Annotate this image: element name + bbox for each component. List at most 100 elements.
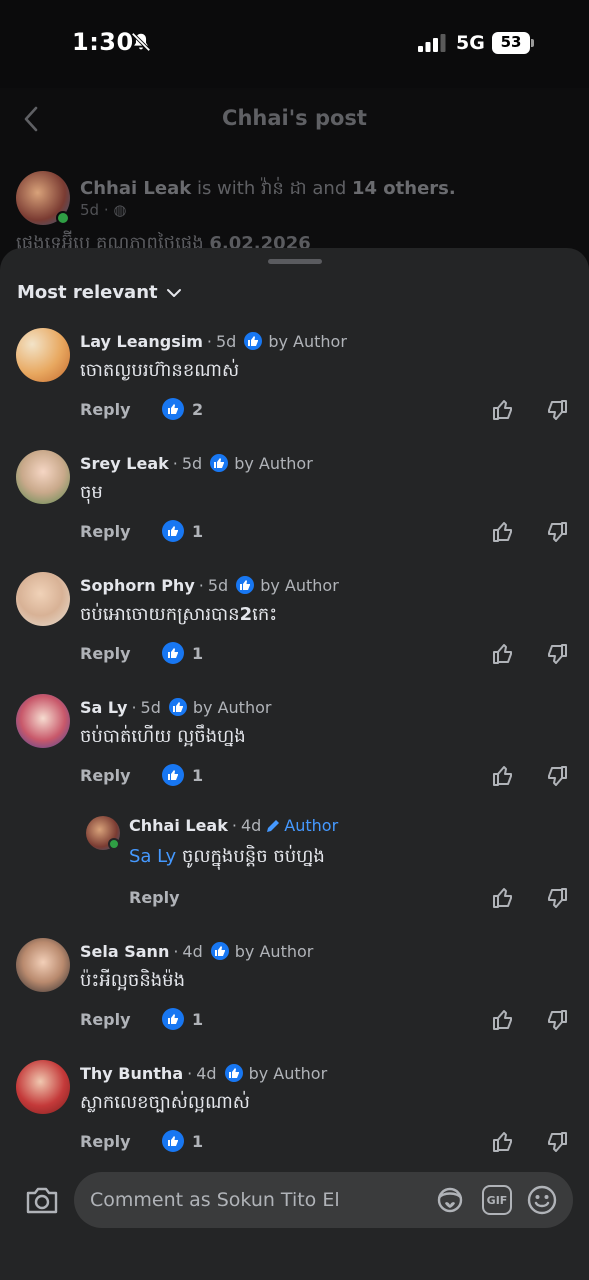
thumbs-up-icon[interactable] (491, 1008, 515, 1032)
gif-button[interactable]: GIF (482, 1185, 512, 1215)
reaction-count[interactable]: 1 (162, 764, 203, 786)
post-author-name[interactable]: Chhai Leak (80, 178, 191, 199)
reply-text: Sa Ly ចូលក្នុងបន្តិច ចប់ហ្នង (129, 844, 325, 871)
thumbs-up-icon[interactable] (491, 398, 515, 422)
page-title: Chhai's post (222, 106, 367, 130)
author-reaction-label: by Author (268, 331, 347, 351)
thumbs-up-icon[interactable] (491, 1130, 515, 1154)
post-tagged-name[interactable]: វ៉ាន់ ដា (261, 178, 307, 199)
commenter-name[interactable]: Sophorn Phy (80, 576, 195, 595)
author-reaction-label: by Author (260, 575, 339, 595)
reply-age: 4d (240, 816, 262, 835)
like-reaction-icon (162, 520, 184, 542)
like-reaction-icon (162, 398, 184, 420)
pencil-icon (267, 819, 280, 832)
comment-text: ចោតល្ងបរហ៊ានខណាស់ (80, 360, 240, 381)
post-author-line: Chhai Leak is with វ៉ាន់ ដា and 14 other… (80, 176, 456, 203)
commenter-name[interactable]: Thy Buntha (80, 1064, 183, 1083)
commenter-name[interactable]: Sela Sann (80, 942, 169, 961)
signal-icon (418, 34, 446, 52)
reaction-count[interactable]: 1 (162, 1130, 203, 1152)
thumbs-down-icon[interactable] (545, 642, 569, 666)
commenter-avatar[interactable] (16, 1060, 70, 1114)
comment-age: 5d (181, 453, 203, 473)
comment-input[interactable] (90, 1172, 430, 1228)
like-count: 1 (192, 521, 204, 541)
thumbs-up-badge-icon (242, 330, 265, 352)
like-count: 1 (192, 1131, 204, 1151)
post-author-avatar[interactable] (16, 171, 70, 225)
like-count: 1 (192, 643, 204, 663)
status-time: 1:30 (72, 28, 134, 56)
thumbs-up-icon[interactable] (491, 764, 515, 788)
comment-text: ចប់អោចោយកស្រារបាន2កេះ (80, 602, 277, 629)
like-reaction-icon (162, 642, 184, 664)
camera-icon[interactable] (24, 1184, 60, 1216)
comment-age: 4d (196, 1063, 217, 1083)
comment-text: ប៉ះអីល្អចនិងម៉ង (80, 970, 186, 991)
commenter-avatar[interactable] (16, 694, 70, 748)
thumbs-down-icon[interactable] (545, 1008, 569, 1032)
reply-button[interactable]: Reply (80, 522, 131, 541)
avatar-sticker-icon[interactable] (434, 1184, 466, 1216)
like-count: 1 (192, 765, 204, 785)
post-meta: 5d · ◍ (80, 201, 127, 219)
reply-button[interactable]: Reply (80, 1132, 131, 1151)
reply-button[interactable]: Reply (80, 400, 131, 419)
comment-age: 4d (182, 941, 203, 961)
commenter-name[interactable]: Srey Leak (80, 454, 169, 473)
reaction-count[interactable]: 1 (162, 1008, 203, 1030)
emoji-icon[interactable] (526, 1184, 558, 1216)
thumbs-up-badge-icon (166, 696, 189, 718)
online-indicator (108, 838, 120, 850)
thumbs-down-icon[interactable] (545, 520, 569, 544)
thumbs-up-icon[interactable] (491, 642, 515, 666)
author-tag: Author (265, 816, 338, 835)
like-reaction-icon (162, 764, 184, 786)
reply-button[interactable]: Reply (129, 888, 180, 907)
chevron-down-icon (166, 288, 181, 297)
comment-text-main: ចប់អោចោយកស្រារបាន (80, 604, 240, 625)
commenter-avatar[interactable] (16, 938, 70, 992)
like-count: 1 (192, 1009, 204, 1029)
author-tag-label: Author (284, 816, 339, 835)
thumbs-down-icon[interactable] (545, 764, 569, 788)
reaction-count[interactable]: 2 (162, 398, 203, 420)
online-indicator (56, 211, 70, 225)
comment-composer-bar: GIF (0, 1172, 589, 1232)
status-bar: 1:30 5G 53 (0, 0, 589, 88)
comments-sheet: Most relevant Lay Leangsim · 5d by Author … (0, 248, 589, 1280)
reply-button[interactable]: Reply (80, 644, 131, 663)
commenter-name[interactable]: Sa Ly (80, 698, 127, 717)
thumbs-down-icon[interactable] (545, 1130, 569, 1154)
commenter-avatar[interactable] (16, 328, 70, 382)
reply-author-name[interactable]: Chhai Leak (129, 816, 228, 835)
sort-label: Most relevant (17, 282, 158, 303)
thumbs-down-icon[interactable] (545, 398, 569, 422)
commenter-avatar[interactable] (16, 572, 70, 626)
author-reaction-label: by Author (192, 697, 272, 717)
reaction-count[interactable]: 1 (162, 642, 203, 664)
mention-link[interactable]: Sa Ly (129, 846, 176, 867)
globe-icon: ◍ (113, 201, 127, 219)
reaction-count[interactable]: 1 (162, 520, 203, 542)
commenter-name[interactable]: Lay Leangsim (80, 332, 203, 351)
post-with-text: is with (191, 178, 261, 199)
commenter-avatar[interactable] (16, 450, 70, 504)
comment-age: 5d (207, 575, 229, 595)
thumbs-up-icon[interactable] (491, 520, 515, 544)
comment-text-number: 2 (239, 604, 253, 625)
thumbs-down-icon[interactable] (545, 886, 569, 910)
comment-input-container[interactable]: GIF (74, 1172, 573, 1228)
author-reaction-label: by Author (248, 1063, 328, 1083)
like-reaction-icon (162, 1008, 184, 1030)
sort-dropdown[interactable]: Most relevant (17, 282, 182, 303)
reply-button[interactable]: Reply (80, 1010, 131, 1029)
battery-level: 53 (500, 33, 522, 51)
network-label: 5G (456, 32, 485, 54)
thumbs-up-icon[interactable] (491, 886, 515, 910)
sheet-grabber[interactable] (268, 259, 322, 264)
post-age: 5d (80, 201, 100, 219)
post-others[interactable]: 14 others. (352, 178, 456, 199)
reply-button[interactable]: Reply (80, 766, 131, 785)
